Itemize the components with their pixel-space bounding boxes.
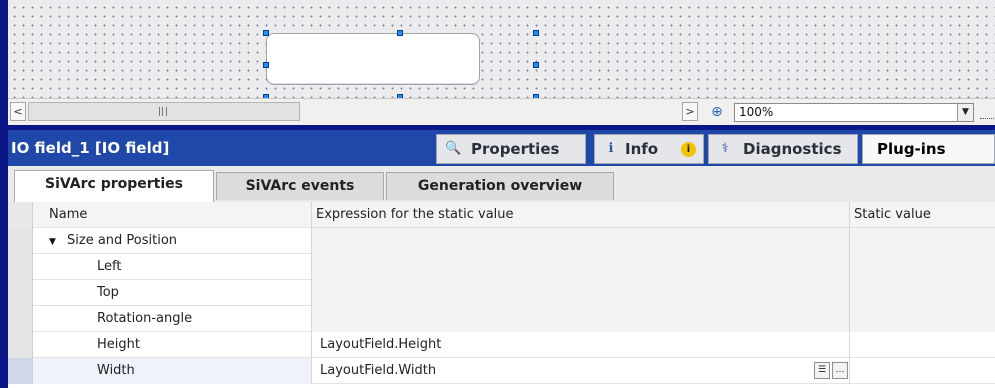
zoom-value: 100% [739, 105, 774, 119]
info-tab-icon: ℹ [608, 141, 614, 156]
expand-triangle-icon[interactable]: ▼ [49, 229, 61, 255]
scroll-left-button[interactable]: < [10, 102, 26, 121]
expression-text: LayoutField.Width [320, 363, 437, 378]
column-header-name[interactable]: Name [33, 202, 312, 228]
table-row[interactable]: Rotation-angle [8, 306, 995, 332]
scroll-thumb[interactable] [28, 102, 300, 121]
table-row[interactable]: Top [8, 280, 995, 306]
table-row[interactable]: Left [8, 254, 995, 280]
diagnostics-icon: ⚕ [721, 141, 729, 156]
tab-sivarc-properties[interactable]: SiVArc properties [14, 170, 214, 202]
static-value-cell[interactable] [850, 228, 995, 254]
tab-sivarc-events[interactable]: SiVArc events [216, 172, 384, 200]
name-cell: ▼ Size and Position [33, 228, 312, 254]
tab-generation-overview[interactable]: Generation overview [386, 172, 614, 200]
info-badge-icon: i [681, 142, 696, 157]
list-icon[interactable]: ☰ [814, 362, 830, 379]
name-cell: Height [33, 332, 312, 358]
row-header-cell [8, 254, 33, 280]
table-row[interactable]: Width LayoutField.Width ☰ … [8, 358, 995, 384]
io-field-element[interactable] [266, 33, 480, 85]
tab-plug-ins[interactable]: Plug-ins [862, 134, 995, 164]
properties-grid: Name Expression for the static value Sta… [8, 202, 995, 388]
tab-diagnostics[interactable]: ⚕ Diagnostics [708, 134, 858, 164]
tab-label: Diagnostics [743, 140, 842, 158]
chevron-down-icon[interactable]: ▼ [957, 104, 973, 121]
row-header-cell [8, 280, 33, 306]
tab-properties[interactable]: 🔍 Properties [436, 134, 586, 164]
column-header-expression[interactable]: Expression for the static value [312, 202, 850, 228]
editor-hscrollbar[interactable]: < > ⊕ 100% ▼ [8, 98, 995, 125]
column-header-static-value[interactable]: Static value [850, 202, 995, 228]
selection-handle[interactable] [533, 30, 539, 36]
row-header-cell [8, 306, 33, 332]
name-cell: Left [33, 254, 312, 280]
inspector-title: IO field_1 [IO field] [11, 139, 170, 157]
static-value-cell[interactable] [850, 254, 995, 280]
tab-label: Plug-ins [877, 140, 946, 158]
expression-cell[interactable] [312, 280, 850, 306]
hmi-canvas[interactable] [8, 0, 995, 98]
table-row[interactable]: Height LayoutField.Height [8, 332, 995, 358]
row-header-cell [8, 228, 33, 254]
tab-info[interactable]: ℹ Info i [594, 134, 704, 164]
row-header-cell [8, 358, 33, 384]
zoom-slider[interactable] [980, 107, 995, 119]
row-header-cell [8, 202, 33, 228]
static-value-cell[interactable] [850, 332, 995, 358]
expression-cell[interactable] [312, 254, 850, 280]
expression-cell[interactable]: LayoutField.Height [312, 332, 850, 358]
table-row[interactable]: ▼ Size and Position [8, 228, 995, 254]
static-value-cell[interactable] [850, 280, 995, 306]
grid-header-row: Name Expression for the static value Sta… [8, 202, 995, 228]
zoom-select[interactable]: 100% ▼ [734, 103, 974, 122]
static-value-cell[interactable] [850, 306, 995, 332]
properties-icon: 🔍 [445, 141, 462, 156]
expression-cell[interactable] [312, 228, 850, 254]
static-value-cell[interactable] [850, 358, 995, 384]
expression-cell[interactable] [312, 306, 850, 332]
ellipsis-button[interactable]: … [832, 362, 848, 379]
selection-handle[interactable] [263, 62, 269, 68]
name-cell: Top [33, 280, 312, 306]
selection-handle[interactable] [397, 30, 403, 36]
expression-cell[interactable]: LayoutField.Width ☰ … [312, 358, 850, 384]
selection-handle[interactable] [263, 30, 269, 36]
selection-handle[interactable] [533, 62, 539, 68]
name-cell: Width [33, 358, 312, 384]
scroll-grip-icon [159, 107, 167, 116]
scroll-right-button[interactable]: > [682, 102, 698, 121]
tab-label: Info [625, 140, 659, 158]
zoom-icon[interactable]: ⊕ [708, 103, 726, 121]
name-cell: Rotation-angle [33, 306, 312, 332]
group-label: Size and Position [67, 233, 178, 248]
tab-label: Properties [471, 140, 560, 158]
row-header-cell [8, 332, 33, 358]
